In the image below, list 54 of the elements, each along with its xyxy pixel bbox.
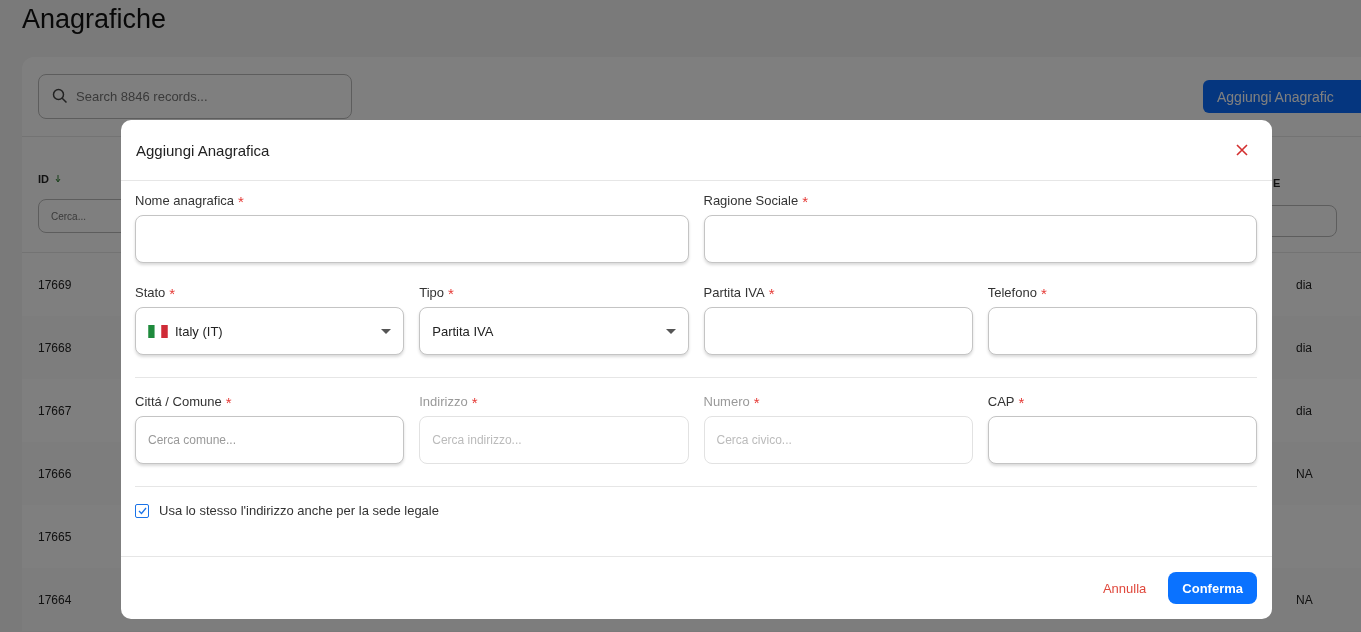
table-cell: dia [1296,403,1312,418]
field-label: Stato [135,285,166,300]
table-cell-text: 17664 [37,592,72,607]
required-mark: * [1040,285,1047,302]
field-label: Ragione Sociale [703,193,799,208]
search-icon [52,88,68,104]
field-label: Cittá / Comune [135,394,222,409]
flag-icon [148,324,168,338]
field-label: Partita IVA [703,285,765,300]
checkbox[interactable] [135,503,149,518]
field-label: Telefono [987,285,1037,300]
select-field[interactable]: Partita IVA [419,307,689,355]
input-field[interactable] [703,307,973,355]
table-cell: NA [1296,592,1313,607]
table-cell-text: 17669 [37,277,72,292]
field-label: Tipo [419,285,445,300]
table-cell: NA [1296,466,1313,481]
field-label: Indirizzo [419,394,468,409]
select-field[interactable]: Italy (IT) [135,307,405,355]
checkbox-label: Usa lo stesso l'indirizzo anche per la sede legale [159,503,439,518]
required-mark: * [448,285,454,302]
input-field[interactable] [135,215,689,263]
dialog-title: Aggiungi Anagrafica [136,141,270,159]
cancel-button[interactable]: Annulla [1102,574,1147,602]
input-field[interactable] [987,307,1257,355]
required-mark: * [753,394,760,411]
sort-icon[interactable] [55,175,61,183]
table-cell-text: 17665 [37,529,72,544]
table-cell-text: 17668 [37,340,72,355]
field-label: Numero [703,394,750,409]
add-button[interactable]: Aggiungi Anagrafic [1203,80,1361,113]
input-field[interactable] [703,215,1257,263]
input-field[interactable] [987,416,1257,464]
close-icon[interactable] [1236,144,1248,156]
confirm-button[interactable]: Conferma [1168,572,1257,604]
table-cell: dia [1296,340,1312,355]
required-mark: * [238,193,244,210]
caret-icon [381,328,392,334]
required-mark: * [1018,394,1025,411]
input-field[interactable]: Cerca comune... [135,416,405,464]
column-header[interactable]: E [1273,177,1281,189]
search-field[interactable]: Search 8846 records... [38,74,352,119]
table-cell: dia [1296,277,1312,292]
table-cell-text: 17667 [37,403,72,418]
page-title: Anagrafiche [22,4,168,36]
required-mark: * [802,193,809,210]
field-label: CAP [987,394,1015,409]
column-header[interactable]: ID [38,173,49,185]
required-mark: * [169,285,176,302]
required-mark: * [471,394,478,411]
caret-icon [665,328,676,334]
required-mark: * [768,285,775,302]
table-cell-text: 17666 [37,466,72,481]
required-mark: * [225,394,232,411]
